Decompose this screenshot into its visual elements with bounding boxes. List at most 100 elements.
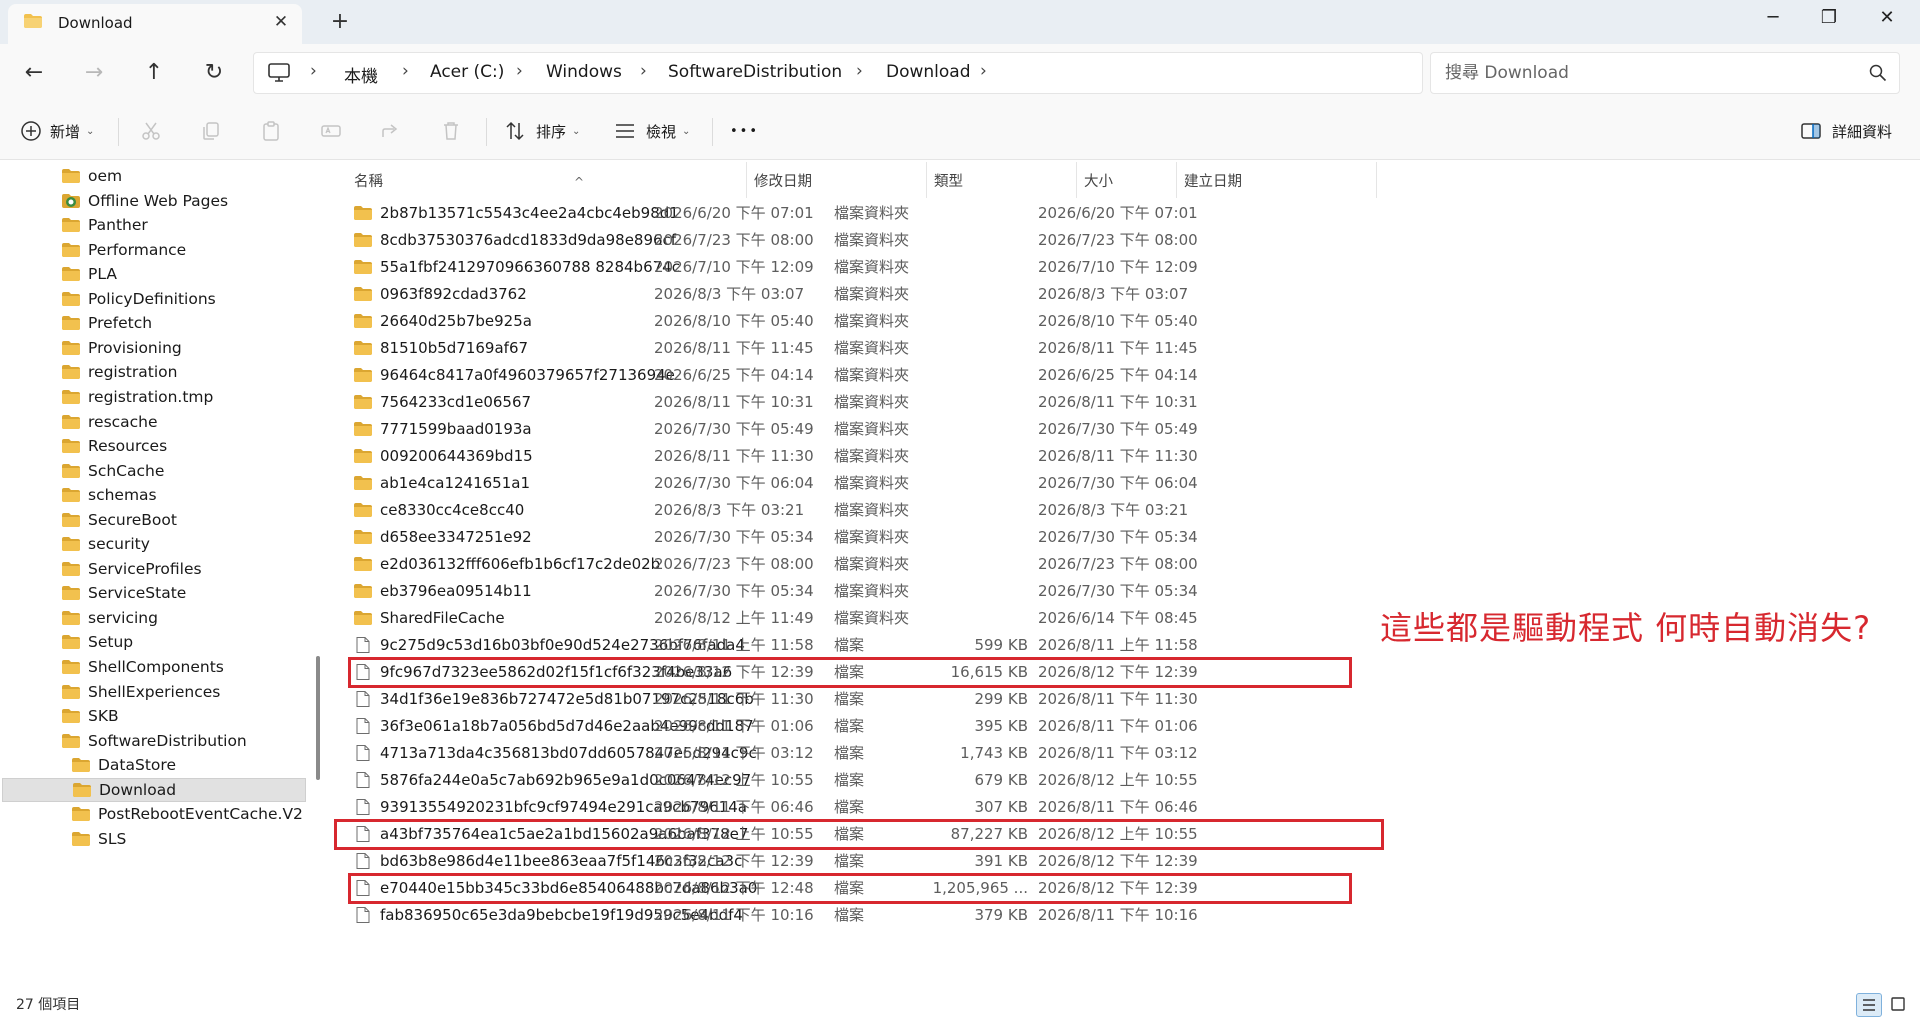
- details-pane-button[interactable]: 詳細資料: [1800, 116, 1892, 146]
- more-options-button[interactable]: •••: [730, 116, 759, 146]
- column-header-size[interactable]: 大小: [1084, 166, 1174, 198]
- folder-row[interactable]: ab1e4ca1241651a1 2026/7/30 下午 06:04 檔案資料夾 2…: [348, 470, 1468, 497]
- breadcrumb-separator[interactable]: ›: [980, 61, 987, 81]
- refresh-button[interactable]: ↻: [198, 57, 230, 89]
- computer-icon[interactable]: [268, 63, 290, 83]
- breadcrumb-download[interactable]: Download: [886, 62, 971, 82]
- view-button[interactable]: 檢視 ⌄: [614, 116, 690, 146]
- column-header-name[interactable]: 名稱 ^: [354, 166, 654, 198]
- folder-row[interactable]: 0963f892cdad3762 2026/8/3 下午 03:07 檔案資料夾 20…: [348, 281, 1468, 308]
- tree-item[interactable]: schemas: [62, 483, 157, 507]
- tree-item[interactable]: Prefetch: [62, 311, 152, 335]
- tree-item[interactable]: ShellComponents: [62, 655, 224, 679]
- tree-item[interactable]: Offline Web Pages: [62, 189, 228, 213]
- tree-item[interactable]: Performance: [62, 238, 186, 262]
- folder-row[interactable]: d658ee3347251e92 2026/7/30 下午 05:34 檔案資料夾 2…: [348, 524, 1468, 551]
- search-icon[interactable]: [1869, 64, 1887, 82]
- file-row[interactable]: 4713a713da4c356813bd07dd6057847e5d294c9c…: [348, 740, 1468, 767]
- tree-item[interactable]: rescache: [62, 410, 158, 434]
- search-box[interactable]: [1430, 52, 1900, 94]
- tree-item[interactable]: Panther: [62, 213, 148, 237]
- tree-item[interactable]: SoftwareDistribution: [62, 729, 247, 753]
- breadcrumb-separator[interactable]: ›: [402, 61, 409, 81]
- new-button[interactable]: 新增 ⌄: [20, 116, 94, 146]
- folder-row[interactable]: e2d036132fff606efb1b6cf17c2de02b 2026/7/2…: [348, 551, 1468, 578]
- folder-row[interactable]: SharedFileCache 2026/8/12 上午 11:49 檔案資料夾 20…: [348, 605, 1468, 632]
- tree-item[interactable]: DataStore: [72, 753, 176, 777]
- file-row[interactable]: fab836950c65e3da9bebcbe19f19d959c5e4bdf4…: [348, 902, 1468, 929]
- folder-row[interactable]: 81510b5d7169af67 2026/8/11 下午 11:45 檔案資料夾 2…: [348, 335, 1468, 362]
- rename-button[interactable]: [320, 116, 342, 146]
- up-button[interactable]: ↑: [138, 57, 170, 89]
- column-header-created[interactable]: 建立日期: [1184, 166, 1364, 198]
- breadcrumb-separator[interactable]: ›: [310, 61, 317, 81]
- cut-button[interactable]: [140, 116, 162, 146]
- restore-button[interactable]: ❐: [1800, 0, 1858, 36]
- tree-item[interactable]: security: [62, 532, 150, 556]
- tree-item[interactable]: Resources: [62, 434, 167, 458]
- column-header-modified[interactable]: 修改日期: [754, 166, 924, 198]
- folder-row[interactable]: ce8330cc4ce8cc40 2026/8/3 下午 03:21 檔案資料夾 20…: [348, 497, 1468, 524]
- tree-item[interactable]: Setup: [62, 630, 133, 654]
- tree-item[interactable]: PostRebootEventCache.V2: [72, 802, 303, 826]
- breadcrumb-separator[interactable]: ›: [640, 61, 647, 81]
- breadcrumb-this-pc[interactable]: 本機: [344, 62, 378, 87]
- tree-item[interactable]: PolicyDefinitions: [62, 287, 216, 311]
- breadcrumb-softwaredistribution[interactable]: SoftwareDistribution: [668, 62, 842, 82]
- column-separator[interactable]: [926, 162, 927, 198]
- search-input[interactable]: [1445, 61, 1845, 85]
- paste-button[interactable]: [260, 116, 282, 146]
- folder-row[interactable]: 009200644369bd15 2026/8/11 下午 11:30 檔案資料夾 2…: [348, 443, 1468, 470]
- new-tab-button[interactable]: +: [324, 8, 356, 36]
- folder-row[interactable]: 96464c8417a0f4960379657f2713694e 2026/6/2…: [348, 362, 1468, 389]
- breadcrumb-windows[interactable]: Windows: [546, 62, 622, 82]
- tree-item[interactable]: SLS: [72, 827, 126, 851]
- column-separator[interactable]: [1176, 162, 1177, 198]
- details-view-button[interactable]: [1856, 993, 1882, 1017]
- sort-button[interactable]: 排序 ⌄: [504, 116, 580, 146]
- tree-item[interactable]: registration: [62, 360, 177, 384]
- tree-item[interactable]: ServiceProfiles: [62, 557, 202, 581]
- file-row[interactable]: 36f3e061a18b7a056bd5d7d46e2aab4e99cdd187…: [348, 713, 1468, 740]
- tree-item[interactable]: SchCache: [62, 459, 164, 483]
- tree-item[interactable]: SKB: [62, 704, 119, 728]
- folder-row[interactable]: 8cdb37530376adcd1833d9da98e896cf 2026/7/2…: [348, 227, 1468, 254]
- file-row[interactable]: 34d1f36e19e836b727472e5d81b07197c2518c6b…: [348, 686, 1468, 713]
- file-row[interactable]: 9c275d9c53d16b03bf0e90d524e2736bf76fada4…: [348, 632, 1468, 659]
- tree-item[interactable]: Download: [2, 777, 306, 802]
- tree-item[interactable]: ShellExperiences: [62, 680, 220, 704]
- column-header-type[interactable]: 類型: [934, 166, 1074, 198]
- file-row[interactable]: 93913554920231bfc9cf97494e291ca9cb79614a…: [348, 794, 1468, 821]
- tree-item[interactable]: PLA: [62, 262, 117, 286]
- folder-row[interactable]: 55a1fbf2412970966360788 8284b674c 2026/7/…: [348, 254, 1468, 281]
- copy-button[interactable]: [200, 116, 222, 146]
- tab-download[interactable]: Download ✕: [8, 4, 302, 44]
- column-separator[interactable]: [746, 162, 747, 198]
- folder-row[interactable]: 2b87b13571c5543c4ee2a4cbc4eb98d1 2026/6/2…: [348, 200, 1468, 227]
- folder-row[interactable]: 7564233cd1e06567 2026/8/11 下午 10:31 檔案資料夾 2…: [348, 389, 1468, 416]
- address-bar[interactable]: › 本機 › Acer (C:) › Windows › SoftwareDis…: [253, 52, 1423, 94]
- delete-button[interactable]: [440, 116, 462, 146]
- tiles-view-button[interactable]: [1886, 993, 1912, 1017]
- close-tab-icon[interactable]: ✕: [270, 11, 292, 33]
- tree-item[interactable]: oem: [62, 164, 122, 188]
- column-separator[interactable]: [1076, 162, 1077, 198]
- breadcrumb-drive-c[interactable]: Acer (C:): [430, 62, 504, 82]
- minimize-button[interactable]: ─: [1744, 0, 1802, 36]
- tree-item[interactable]: SecureBoot: [62, 508, 177, 532]
- tree-item[interactable]: ServiceState: [62, 581, 186, 605]
- back-button[interactable]: ←: [18, 57, 50, 89]
- tree-item[interactable]: Provisioning: [62, 336, 182, 360]
- navigation-pane[interactable]: oem Offline Web Pages Panther Performance PL…: [0, 160, 318, 990]
- folder-row[interactable]: 7771599baad0193a 2026/7/30 下午 05:49 檔案資料夾 2…: [348, 416, 1468, 443]
- share-button[interactable]: [380, 116, 402, 146]
- file-row[interactable]: bd63b8e986d4e11bee863eaa7f5f146c3f32ca3c…: [348, 848, 1468, 875]
- tree-item[interactable]: servicing: [62, 606, 158, 630]
- folder-row[interactable]: 26640d25b7be925a 2026/8/10 下午 05:40 檔案資料夾 2…: [348, 308, 1468, 335]
- tree-item[interactable]: registration.tmp: [62, 385, 213, 409]
- folder-row[interactable]: eb3796ea09514b11 2026/7/30 下午 05:34 檔案資料夾 2…: [348, 578, 1468, 605]
- column-separator[interactable]: [1376, 162, 1377, 198]
- breadcrumb-separator[interactable]: ›: [856, 61, 863, 81]
- forward-button[interactable]: →: [78, 57, 110, 89]
- file-row[interactable]: 5876fa244e0a5c7ab692b965e9a1d0c06474ec97…: [348, 767, 1468, 794]
